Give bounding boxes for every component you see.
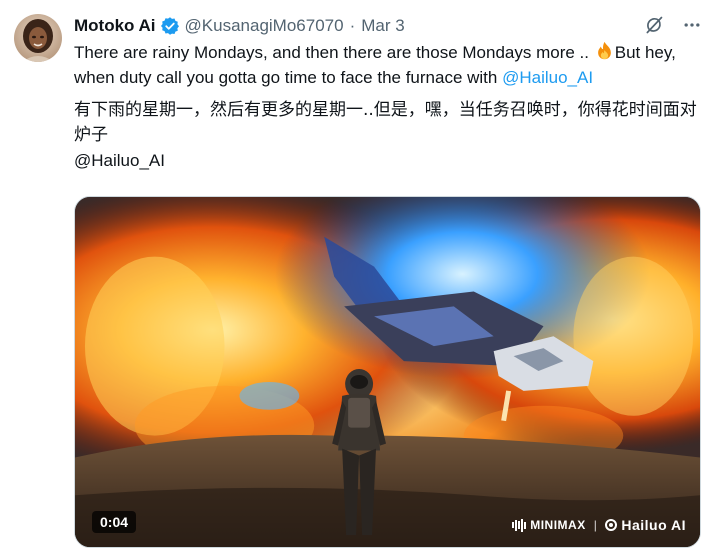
author-handle[interactable]: @KusanagiMo67070 [185, 16, 344, 36]
separator-dot: · [349, 16, 356, 35]
watermark-hailuo: Hailuo AI [621, 517, 686, 533]
watermark-separator: | [593, 518, 598, 532]
tweet-actions-top [643, 14, 703, 36]
avatar[interactable] [14, 14, 62, 62]
grok-icon[interactable] [643, 14, 665, 36]
watermark: MINIMAX | Hailuo AI [512, 517, 686, 533]
watermark-minimax: MINIMAX [530, 518, 586, 532]
hailuo-logo-icon [605, 519, 618, 531]
avatar-image [14, 14, 62, 62]
tweet-text-english: There are rainy Mondays, and then there … [74, 40, 702, 90]
tweet-text-part1: There are rainy Mondays, and then there … [74, 43, 594, 62]
more-icon[interactable] [681, 14, 703, 36]
tweet-text-chinese: 有下雨的星期一，然后有更多的星期一..但是，嘿，当任务召唤时，你得花时间面对炉子 [74, 100, 697, 145]
mention-link[interactable]: @Hailuo_AI [502, 68, 593, 87]
video-thumbnail [75, 197, 700, 547]
tweet-header: Motoko Ai @KusanagiMo67070 · Mar 3 [74, 14, 405, 38]
minimax-logo-icon [512, 518, 527, 532]
tweet-date[interactable]: Mar 3 [361, 16, 404, 36]
author-name[interactable]: Motoko Ai [74, 16, 156, 36]
video-player[interactable]: 0:04 MINIMAX | Hailuo AI [74, 196, 701, 548]
fire-emoji-icon [595, 41, 614, 61]
verified-badge-icon [160, 16, 180, 36]
video-timestamp: 0:04 [92, 511, 137, 533]
mention-line: @Hailuo_AI [74, 151, 165, 170]
